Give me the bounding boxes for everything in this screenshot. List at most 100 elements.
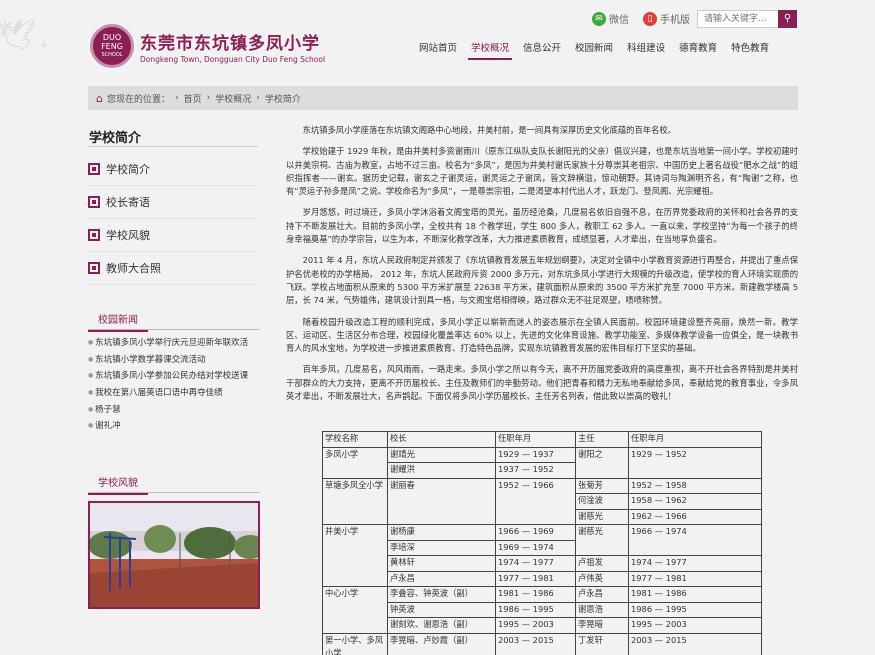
table-row: 第一小学、多凤小学 李晃暗、卢妙霞（副） 2003 — 2015 丁发轩 2003 — …	[322, 632, 762, 655]
logo-chinese-name: 东莞市东坑镇多凤小学	[140, 33, 320, 54]
breadcrumb-sep: ›	[206, 93, 211, 103]
table-cell-principal: 谢丽春	[387, 477, 496, 525]
table-cell-director: 张菊芳	[575, 477, 629, 494]
news-item[interactable]: 杨子慧	[88, 403, 260, 420]
photo-section-title[interactable]: 学校风貌	[88, 473, 148, 495]
table-row: 黄林轩 1974 — 1977 卢祖发 1974 — 1977	[323, 555, 762, 572]
table-cell-director-period: 1995 — 2003	[628, 617, 762, 634]
campus-photo[interactable]	[88, 501, 260, 609]
news-item[interactable]: 东坑镇多凤小学举行庆元旦迎新年联欢活	[88, 336, 260, 353]
decorative-bird-icon: 🕊	[0, 18, 37, 53]
table-cell-principal-period: 1937 — 1952	[495, 462, 576, 479]
article-paragraph: 岁月悠悠，时过境迁，多凤小学沐浴着文阁宝塔的灵光，虽历经沧桑，几度易名依旧自强不…	[286, 207, 798, 245]
top-links: ✉ 微信 ▯ 手机版	[592, 11, 690, 26]
table-header-cell: 任职年月	[628, 431, 762, 448]
table-cell-director-period: 1962 — 1966	[628, 508, 762, 525]
news-item[interactable]: 东坑镇多凤小学参加公民办结对学校送课	[88, 369, 260, 386]
table-cell-director: 谢慈光	[575, 524, 629, 556]
breadcrumb: ⌂ 您现在的位置： › 首页 › 学校概况 › 学校简介	[88, 86, 798, 110]
nav-subject-groups[interactable]: 科组建设	[620, 40, 672, 60]
mobile-icon[interactable]: ▯	[643, 11, 657, 26]
wechat-icon[interactable]: ✉	[592, 11, 606, 26]
table-cell-principal-period: 1966 — 1969	[495, 524, 576, 541]
table-header-cell: 校长	[387, 431, 496, 448]
breadcrumb-overview[interactable]: 学校概况	[215, 92, 251, 105]
news-item[interactable]: 东坑镇小学数学暮课交流活动	[88, 353, 260, 370]
news-section-title[interactable]: 校园新闻	[88, 310, 148, 332]
table-cell-principal: 李叠容、钟英波（副）	[387, 586, 496, 603]
table-row: 钟英波 1986 — 1995 谢恩浩 1986 — 1995	[323, 601, 762, 618]
table-cell-principal: 谢靖光	[387, 446, 496, 463]
table-cell-principal: 李晃暗、卢妙霞（副）	[387, 632, 496, 655]
sidebar-item-campus-style[interactable]: 学校风貌	[88, 219, 258, 252]
table-cell-director-period: 1966 — 1974	[628, 524, 762, 556]
bullet-square-icon	[88, 262, 100, 274]
table-cell-director-period: 1974 — 1977	[628, 555, 762, 572]
table-cell-director-period: 1986 — 1995	[628, 601, 762, 618]
table-cell-principal: 钟英波	[387, 601, 496, 618]
table-cell-principal-period: 1981 — 1986	[495, 586, 576, 603]
table-cell-principal-period: 2003 — 2015	[495, 632, 576, 655]
sidebar-item-label: 教师大合照	[106, 262, 161, 275]
logo-badge-text-3: SCHOOL	[101, 51, 123, 58]
table-cell-principal-period: 1986 — 1995	[495, 601, 576, 618]
table-cell-director: 丁发轩	[575, 632, 629, 655]
table-cell-school: 多凤小学	[322, 446, 388, 479]
site-logo[interactable]: DUO FENG SCHOOL 东莞市东坑镇多凤小学 Dongkeng Town…	[90, 24, 325, 68]
search-input[interactable]	[698, 11, 778, 27]
bullet-square-icon	[88, 163, 100, 175]
article-body: 东坑镇多凤小学座落在东坑镇文阁路中心地段，井美村前，是一间具有深厚历史文化底蕴的…	[286, 124, 798, 411]
sidebar-item-principal-message[interactable]: 校长寄语	[88, 186, 258, 219]
table-header-cell: 学校名称	[322, 431, 388, 448]
decorative-bird-small-icon: ✦	[38, 38, 50, 54]
logo-badge-text-2: FENG	[101, 41, 123, 51]
breadcrumb-home[interactable]: 首页	[184, 92, 202, 105]
table-cell-principal: 李培深	[387, 539, 496, 556]
table-cell-principal: 卢永昌	[387, 570, 496, 587]
nav-moral-education[interactable]: 德育教育	[672, 40, 724, 60]
news-section-header: 校园新闻	[88, 308, 260, 332]
nav-feature-education[interactable]: 特色教育	[724, 40, 776, 60]
table-cell-principal: 黄林轩	[387, 555, 496, 572]
breadcrumb-sep: ›	[256, 93, 260, 103]
table-cell-director: 谢慈光	[575, 508, 629, 525]
news-item[interactable]: 谢礼冲	[88, 419, 260, 436]
sidebar-title: 学校简介	[89, 131, 142, 146]
table-cell-director: 李晃暗	[575, 617, 629, 634]
table-cell-director-period: 1981 — 1986	[628, 586, 762, 603]
table-cell-principal: 谢耀洪	[387, 462, 496, 479]
nav-campus-news[interactable]: 校园新闻	[568, 40, 620, 60]
table-cell-director: 卢永昌	[575, 586, 629, 603]
logo-english-name: Dongkeng Town, Dongguan City Duo Feng Sc…	[140, 54, 326, 64]
weixin-link[interactable]: 微信	[609, 11, 629, 26]
table-cell-director: 谢阳之	[575, 446, 629, 479]
bullet-square-icon	[88, 196, 100, 208]
table-cell-principal-period: 1995 — 2003	[495, 617, 576, 634]
campus-photo-image	[90, 503, 258, 607]
home-icon: ⌂	[96, 91, 103, 105]
principals-table: 学校名称 校长 任职年月 主任 任职年月 多凤小学 谢靖光 1929 — 1937 谢阳之 19…	[322, 431, 762, 655]
sidebar-menu: 学校简介 校长寄语 学校风貌 教师大合照	[88, 153, 258, 285]
news-item[interactable]: 我校在第八届英语口语中再夺佳绩	[88, 386, 260, 403]
table-cell-director-period: 1952 — 1958	[628, 477, 762, 494]
table-cell-director: 卢祖发	[575, 555, 629, 572]
table-row: 谢刻欢、谢恩浩（副） 1995 — 2003 李晃暗 1995 — 2003	[323, 617, 762, 634]
table-cell-principal-period: 1974 — 1977	[495, 555, 576, 572]
nav-info-public[interactable]: 信息公开	[516, 40, 568, 60]
search-icon[interactable]: ⚲	[778, 10, 797, 28]
table-cell-school: 第一小学、多凤小学	[322, 632, 388, 655]
nav-school-overview[interactable]: 学校概况	[464, 40, 516, 60]
breadcrumb-lead: 您现在的位置：	[106, 94, 170, 105]
table-cell-school: 井美小学	[322, 524, 388, 587]
nav-home[interactable]: 网站首页	[412, 40, 464, 60]
sidebar-item-teacher-photo[interactable]: 教师大合照	[88, 252, 258, 285]
logo-badge-icon: DUO FENG SCHOOL	[90, 24, 134, 68]
sidebar-item-intro[interactable]: 学校简介	[88, 153, 258, 186]
table-cell-director-period: 1977 — 1981	[628, 570, 762, 587]
table-cell-director: 何淦波	[575, 493, 629, 510]
main-nav: 网站首页 学校概况 信息公开 校园新闻 科组建设 德育教育 特色教育	[412, 40, 776, 60]
table-cell-director: 谢恩浩	[575, 601, 629, 618]
article-paragraph: 学校始建于 1929 年秋，是由井美村多资谢雨川（原东江纵队支队长谢阳光的父亲）…	[286, 146, 798, 197]
mobile-link[interactable]: 手机版	[660, 11, 690, 26]
table-cell-principal-period: 1929 — 1937	[495, 446, 576, 463]
